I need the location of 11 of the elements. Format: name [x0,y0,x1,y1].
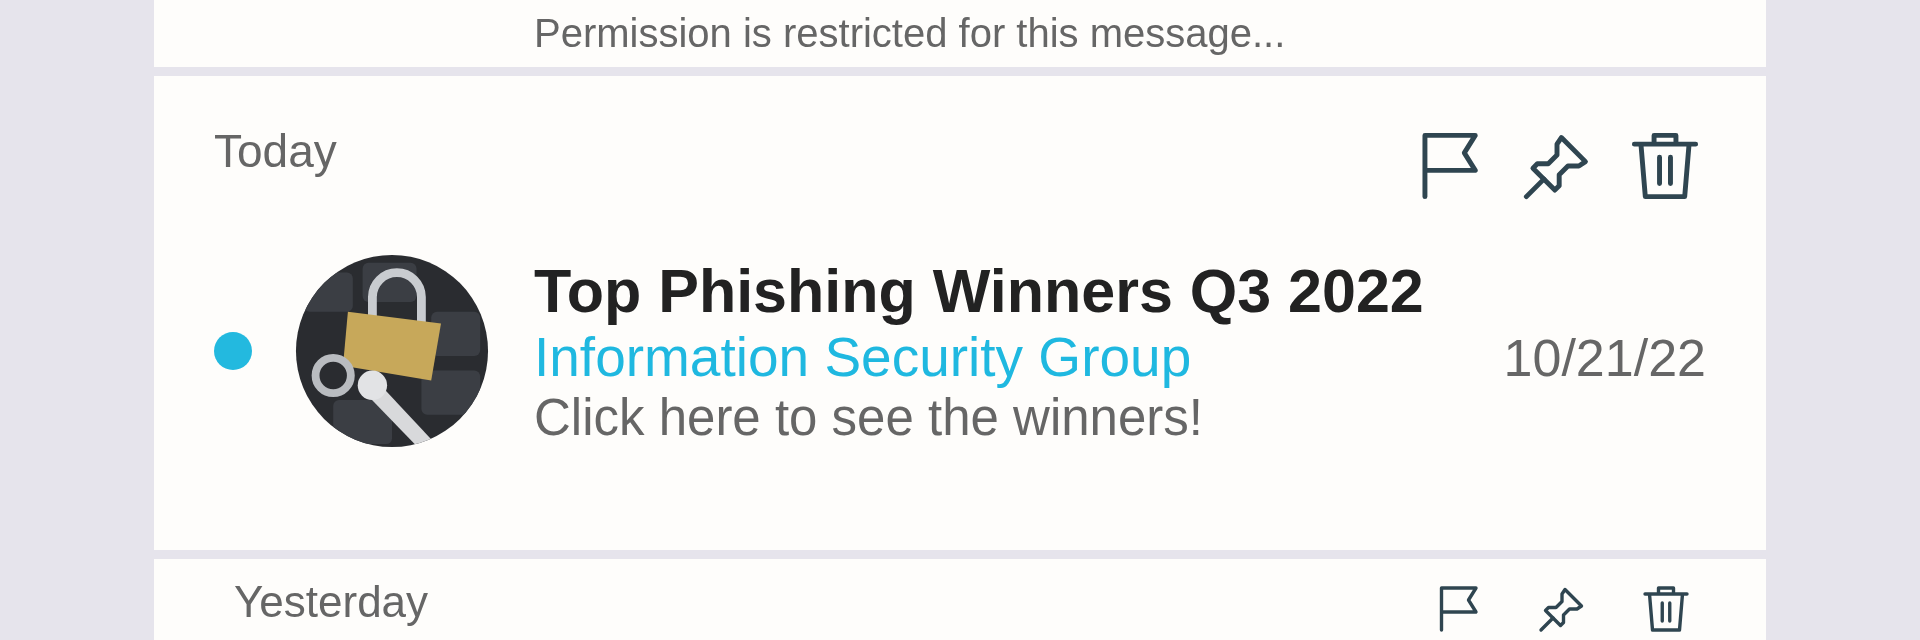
date-heading: Today [214,124,337,178]
message-preview: Permission is restricted for this message... [534,13,1286,57]
message-title: Top Phishing Winners Q3 2022 [534,256,1425,327]
message-card[interactable]: Today Top Phishing Winners Q3 2022 Information Security Group 10/21/22 Click here to see the winners! [154,76,1766,550]
message-preview: Click here to see the winners! [534,389,1204,446]
sender-name: Information Security Group [534,326,1192,390]
trash-icon[interactable] [1642,583,1690,635]
date-heading: Yesterday [234,577,429,628]
message-card[interactable]: Permission is restricted for this message... [154,0,1766,67]
message-card[interactable]: Yesterday [154,559,1766,640]
message-date: 10/21/22 [1503,328,1706,389]
